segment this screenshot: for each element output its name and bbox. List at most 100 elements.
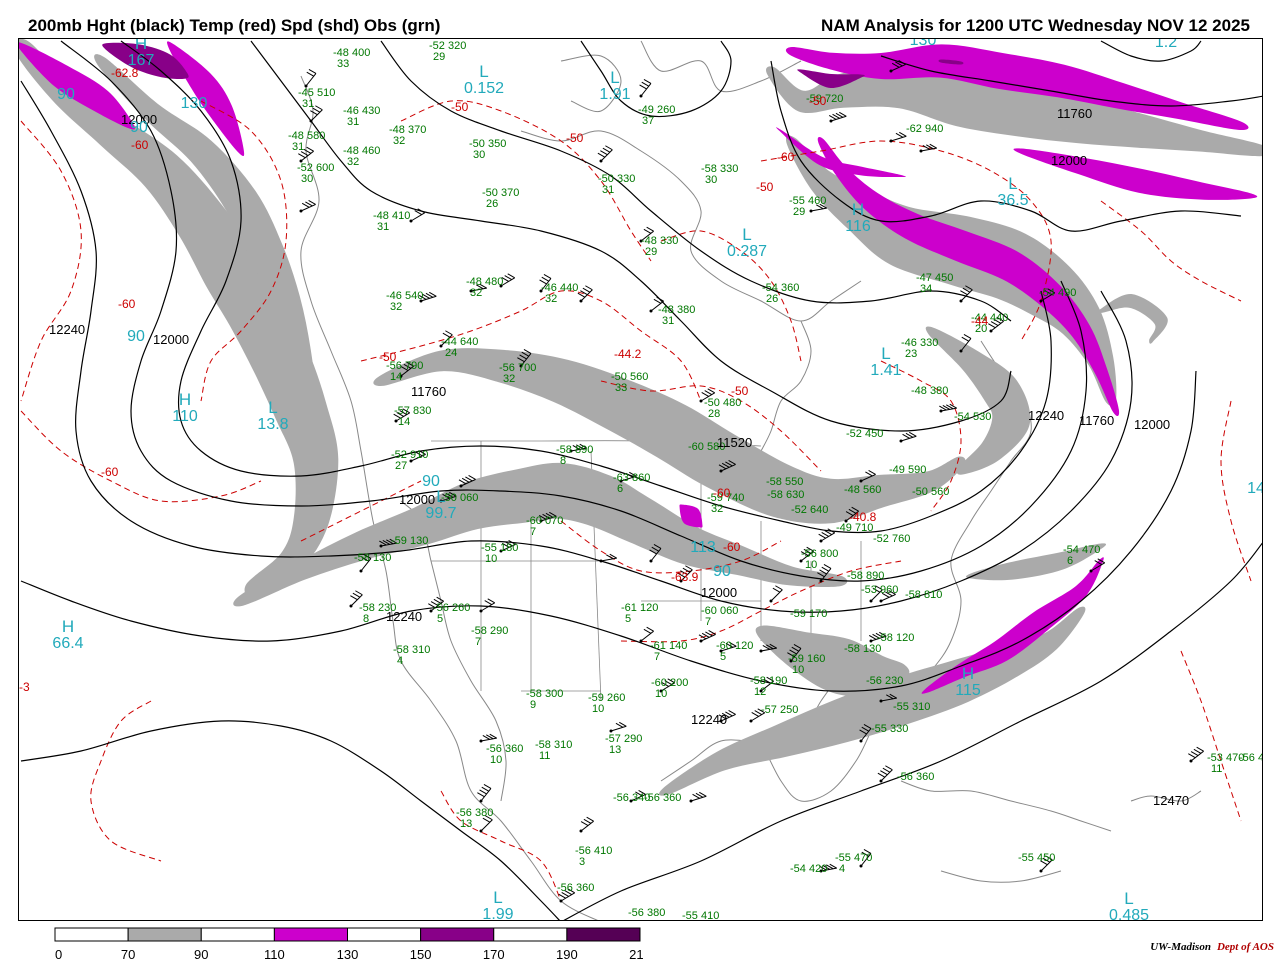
obs-dewpoint-depression: 8 [560, 455, 566, 467]
station-dot [719, 469, 723, 473]
colorbar-segment [420, 927, 495, 942]
barb-feather [707, 388, 715, 394]
station-obs: -56 360 [644, 792, 681, 804]
barb-staff [300, 204, 316, 212]
obs-temp-height: -59 130 [391, 535, 428, 547]
barb-feather [882, 767, 891, 773]
center-letter: L [493, 888, 502, 907]
station-obs: -60 0707 [526, 515, 563, 538]
station-obs: -52 450 [846, 428, 883, 440]
center-letter: H [179, 390, 191, 409]
center-value: 130 [910, 39, 937, 49]
height-label: 12470 [1153, 793, 1189, 808]
temperature-label: -44.2 [614, 347, 642, 361]
station-obs: -55 330 [871, 723, 908, 735]
station-dot [359, 569, 363, 573]
barb-feather [701, 391, 709, 397]
center-value: 167 [128, 52, 155, 69]
obs-temp-height: -57 250 [761, 704, 798, 716]
barb-feather [481, 786, 490, 792]
wind-barb [597, 145, 613, 163]
station-obs: -48 46032 [343, 145, 380, 168]
temperature-contour [20, 120, 82, 402]
temperature-label: -60 [131, 138, 149, 152]
station-obs: -52 91027 [391, 449, 428, 472]
colorbar-segment [566, 927, 641, 942]
station-obs: -48 37032 [389, 124, 426, 147]
speed-max-label: 14 [1247, 480, 1262, 497]
station-obs: -54 530 [954, 411, 991, 423]
station-dot [1039, 299, 1043, 303]
station-obs: -56 420 [1239, 752, 1262, 764]
obs-temp-height: -56 360 [557, 882, 594, 894]
barb-feather [507, 273, 515, 279]
station-obs: -62 940 [906, 123, 943, 135]
obs-temp-height: -52 760 [873, 533, 910, 545]
station-dot [769, 599, 773, 603]
station-dot [559, 899, 563, 903]
station-obs: -55 46029 [789, 195, 826, 218]
station-obs: -48 48032 [466, 276, 503, 299]
barb-feather [821, 566, 830, 572]
center-value: 115 [955, 682, 981, 699]
barb-feather [445, 330, 453, 336]
station-obs: -58 2907 [471, 625, 508, 648]
speed-max-label: 130 [181, 95, 208, 112]
barb-feather [656, 296, 664, 302]
credit-text: UW-Madison Dept of AOS [1150, 941, 1274, 953]
obs-dewpoint-depression: 10 [655, 688, 667, 700]
station-dot [479, 609, 483, 613]
station-dot [819, 579, 823, 583]
wind-barb [919, 143, 937, 153]
station-obs: -58 19012 [750, 675, 787, 698]
station-obs: -53 960 [861, 584, 898, 596]
wind-barb [769, 585, 783, 603]
station-dot [459, 484, 463, 488]
barb-feather [600, 150, 608, 156]
barb-feather [504, 275, 512, 281]
obs-dewpoint-depression: 8 [363, 613, 369, 625]
wind-barb [689, 791, 707, 803]
wind-barb [698, 630, 716, 643]
barb-feather [818, 533, 826, 539]
station-obs: -50 35030 [469, 138, 506, 161]
wind-barb [609, 721, 627, 733]
temperature-label: -60 [777, 150, 795, 164]
high-center: H110 [172, 390, 198, 425]
speed-max-label: 90 [57, 86, 75, 103]
station-obs: -52 640 [791, 504, 828, 516]
barb-staff [410, 212, 425, 222]
barb-staff [640, 83, 652, 97]
center-value: 113 [690, 539, 716, 556]
obs-dewpoint-depression: 5 [720, 651, 726, 663]
obs-dewpoint-depression: 34 [920, 283, 932, 295]
wind-barb [828, 111, 847, 123]
station-obs: -46 43031 [343, 105, 380, 128]
barb-feather [306, 71, 315, 77]
station-obs: -58 890 [847, 570, 884, 582]
station-dot [699, 639, 703, 643]
obs-temp-height: -54 420 [790, 863, 827, 875]
obs-dewpoint-depression: 31 [662, 315, 674, 327]
low-center: L1.41 [870, 344, 901, 379]
wind-barb [299, 200, 316, 213]
obs-temp-height: -52 640 [791, 504, 828, 516]
obs-dewpoint-depression: 37 [642, 115, 654, 127]
center-letter: L [1008, 174, 1017, 193]
credit-org: UW-Madison [1150, 941, 1211, 953]
temperature-label: -50 [809, 94, 827, 108]
obs-dewpoint-depression: 31 [302, 98, 314, 110]
obs-dewpoint-depression: 5 [625, 613, 631, 625]
barb-staff [610, 725, 627, 732]
obs-dewpoint-depression: 26 [766, 293, 778, 305]
obs-dewpoint-depression: 13 [609, 744, 621, 756]
barb-feather [704, 390, 712, 396]
obs-dewpoint-depression: 7 [705, 616, 711, 628]
barb-feather [772, 587, 781, 593]
wind-barb [639, 79, 652, 98]
colorbar-segment [273, 927, 348, 942]
colorbar-segment [493, 927, 568, 942]
station-obs: -48 58031 [288, 130, 325, 153]
obs-temp-height: -55 450 [1018, 852, 1055, 864]
barb-feather [582, 287, 591, 293]
